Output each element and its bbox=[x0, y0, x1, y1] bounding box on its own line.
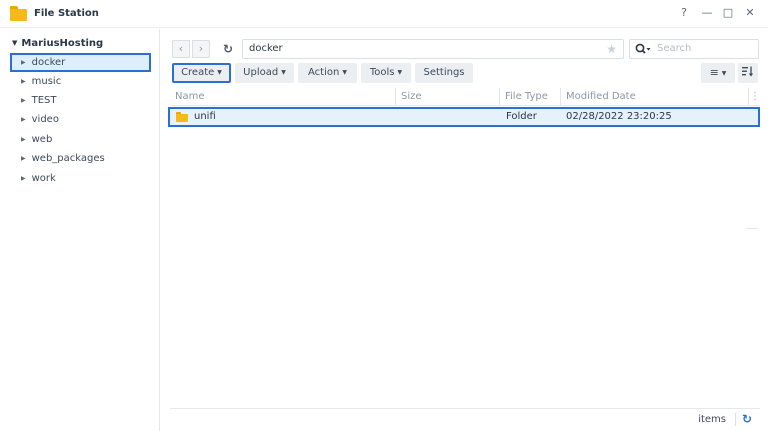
caret-down-icon[interactable]: ▼ bbox=[12, 39, 17, 47]
file-modified-date: 02/28/2022 23:20:25 bbox=[566, 111, 672, 122]
sidebar-item-label: web_packages bbox=[31, 153, 105, 164]
caret-right-icon[interactable]: ▶ bbox=[21, 175, 26, 182]
caret-right-icon[interactable]: ▶ bbox=[21, 155, 26, 162]
sidebar-item-label: video bbox=[31, 114, 59, 125]
sidebar-item-web[interactable]: ▶ web bbox=[10, 130, 151, 149]
sidebar-item-test[interactable]: ▶ TEST bbox=[10, 91, 151, 110]
sidebar-item-label: work bbox=[31, 173, 56, 184]
minimize-icon[interactable]: — bbox=[701, 7, 713, 19]
divider bbox=[746, 228, 758, 229]
column-header-name[interactable]: Name bbox=[170, 88, 396, 106]
sidebar-item-label: docker bbox=[31, 57, 66, 68]
back-button[interactable]: ‹ bbox=[172, 40, 190, 58]
sidebar-item-docker[interactable]: ▶ docker bbox=[10, 53, 151, 72]
caret-down-icon: ▼ bbox=[342, 69, 347, 76]
folder-tree-sidebar: ▼ MariusHosting ▶ docker ▶ music ▶ TEST ▶ vid… bbox=[0, 29, 160, 431]
sidebar-item-label: web bbox=[31, 134, 53, 145]
view-mode-button[interactable]: ≡ ▼ bbox=[701, 63, 735, 83]
column-header-size[interactable]: Size bbox=[396, 88, 500, 106]
caret-down-icon: ▼ bbox=[397, 69, 403, 76]
caret-down-icon: ▼ bbox=[721, 70, 727, 77]
column-header-modified-date[interactable]: Modified Date bbox=[561, 88, 749, 106]
caret-down-icon: ▼ bbox=[217, 69, 222, 76]
upload-button[interactable]: Upload ▼ bbox=[235, 63, 294, 83]
sidebar-item-music[interactable]: ▶ music bbox=[10, 72, 151, 91]
column-header-file-type[interactable]: File Type bbox=[500, 88, 561, 106]
caret-right-icon[interactable]: ▶ bbox=[21, 59, 26, 66]
status-footer: items ↻ bbox=[170, 408, 760, 431]
settings-label: Settings bbox=[423, 67, 465, 78]
file-station-app-icon bbox=[10, 6, 27, 21]
items-count-label: items bbox=[698, 414, 726, 425]
refresh-icon[interactable]: ↻ bbox=[742, 412, 752, 426]
column-menu-icon[interactable]: ⋮ bbox=[750, 88, 760, 106]
caret-down-icon: ▼ bbox=[281, 69, 286, 76]
caret-right-icon[interactable]: ▶ bbox=[21, 136, 26, 143]
list-view-icon: ≡ bbox=[709, 66, 719, 79]
caret-right-icon[interactable]: ▶ bbox=[21, 116, 26, 123]
window-title: File Station bbox=[34, 8, 99, 19]
sidebar-item-web-packages[interactable]: ▶ web_packages bbox=[10, 149, 151, 168]
create-button[interactable]: Create ▼ bbox=[172, 63, 231, 83]
action-button[interactable]: Action ▼ bbox=[298, 63, 357, 83]
tree-root-label: MariusHosting bbox=[21, 38, 104, 49]
file-type: Folder bbox=[506, 111, 537, 122]
folder-icon bbox=[176, 112, 188, 122]
search-icon[interactable] bbox=[635, 43, 651, 56]
settings-button[interactable]: Settings bbox=[415, 63, 473, 83]
sort-icon bbox=[742, 66, 754, 77]
star-icon[interactable]: ★ bbox=[606, 42, 617, 56]
refresh-icon: ↻ bbox=[222, 42, 234, 56]
refresh-button[interactable]: ↻ bbox=[219, 40, 237, 58]
title-bar: File Station ? — □ ✕ bbox=[0, 0, 768, 28]
sidebar-item-label: TEST bbox=[31, 95, 57, 106]
tree-root-mariushosting[interactable]: ▼ MariusHosting bbox=[12, 38, 103, 49]
create-label: Create bbox=[181, 67, 215, 78]
sidebar-item-work[interactable]: ▶ work bbox=[10, 169, 151, 188]
upload-label: Upload bbox=[243, 67, 279, 78]
path-text: docker bbox=[249, 43, 283, 54]
forward-button[interactable]: › bbox=[192, 40, 210, 58]
chevron-right-icon: › bbox=[198, 42, 204, 55]
caret-right-icon[interactable]: ▶ bbox=[21, 78, 26, 85]
file-name: unifi bbox=[194, 111, 216, 122]
file-table-header: Name Size File Type Modified Date ⋮ bbox=[170, 88, 760, 106]
tools-label: Tools bbox=[369, 67, 395, 78]
table-row[interactable]: unifi Folder 02/28/2022 23:20:25 bbox=[168, 107, 760, 127]
search-placeholder: Search bbox=[657, 43, 692, 54]
sidebar-item-label: music bbox=[31, 76, 62, 87]
path-bar[interactable]: docker ★ bbox=[242, 39, 624, 59]
chevron-left-icon: ‹ bbox=[178, 42, 184, 55]
sort-button[interactable] bbox=[738, 63, 758, 83]
search-input[interactable]: Search bbox=[629, 39, 759, 59]
tools-button[interactable]: Tools ▼ bbox=[361, 63, 411, 83]
action-label: Action bbox=[308, 67, 340, 78]
help-icon[interactable]: ? bbox=[678, 7, 690, 19]
divider bbox=[735, 413, 736, 426]
sidebar-item-video[interactable]: ▶ video bbox=[10, 110, 151, 129]
caret-right-icon[interactable]: ▶ bbox=[21, 97, 26, 104]
close-icon[interactable]: ✕ bbox=[744, 7, 756, 19]
maximize-icon[interactable]: □ bbox=[722, 7, 734, 19]
